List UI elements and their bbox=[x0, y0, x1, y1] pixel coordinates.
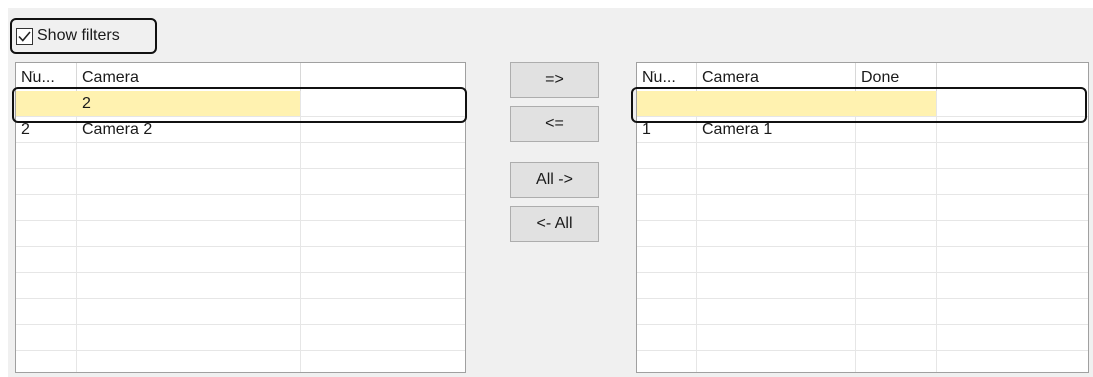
filter-row-highlight bbox=[631, 87, 1087, 123]
move-all-left-button[interactable]: <- All bbox=[510, 206, 599, 242]
move-right-button[interactable]: => bbox=[510, 62, 599, 98]
checkmark-icon bbox=[18, 30, 31, 42]
move-left-button[interactable]: <= bbox=[510, 106, 599, 142]
filter-row-highlight bbox=[12, 87, 467, 123]
move-all-right-button[interactable]: All -> bbox=[510, 162, 599, 198]
show-filters-label: Show filters bbox=[37, 27, 120, 44]
show-filters-checkbox[interactable] bbox=[16, 27, 33, 45]
show-filters-toggle[interactable]: Show filters bbox=[10, 18, 157, 54]
